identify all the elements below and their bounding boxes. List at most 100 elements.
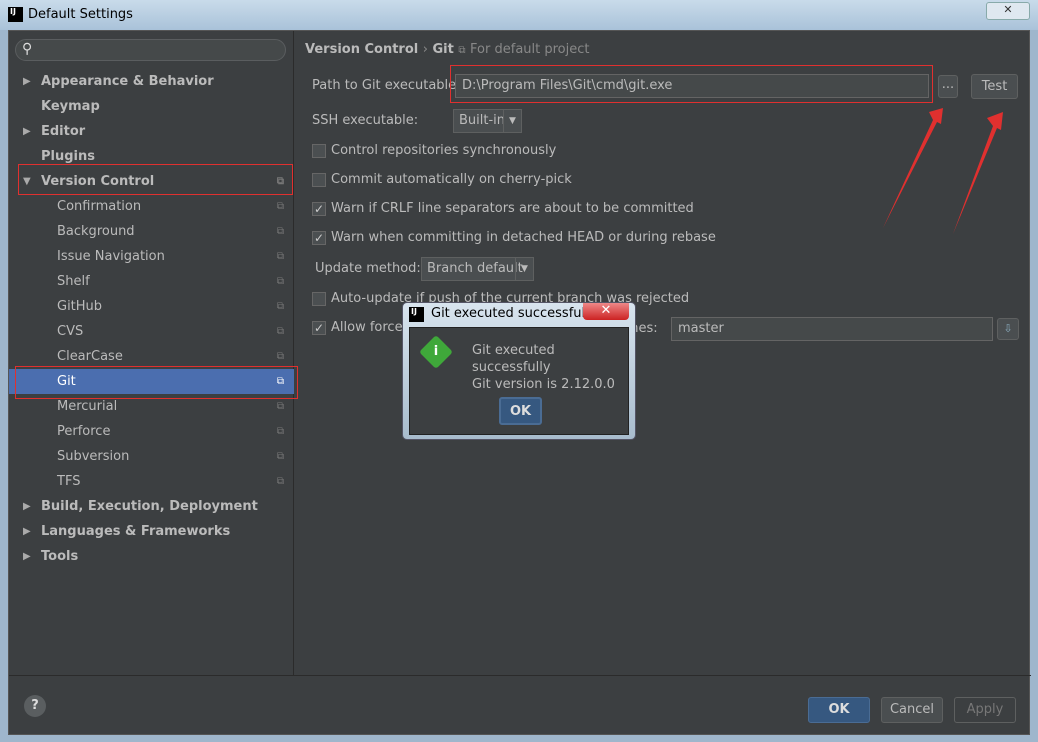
sidebar-item-label: Tools xyxy=(41,549,79,564)
ssh-label: SSH executable: xyxy=(312,113,419,128)
scope-label: For default project xyxy=(470,42,590,57)
intellij-logo-icon: IJ xyxy=(409,307,424,322)
annotation-arrows xyxy=(883,108,1003,234)
sidebar: ⚲ ▶ Appearance & Behavior Keymap ▶ Editor Plu… xyxy=(9,31,294,675)
ssh-value: Built-in xyxy=(459,113,506,128)
checkbox-label: Control repositories synchronously xyxy=(331,143,557,158)
copy-icon: ⧉ xyxy=(276,476,284,487)
checkbox-icon xyxy=(312,173,326,187)
arrow-to-browse xyxy=(883,108,943,228)
footer: ? OK Cancel Apply xyxy=(9,675,1031,736)
breadcrumb-current: Git xyxy=(432,42,454,57)
sidebar-item-perforce[interactable]: Perforce ⧉ xyxy=(9,419,294,444)
copy-icon: ⧉ xyxy=(276,226,284,237)
copy-icon: ⧉ xyxy=(276,251,284,262)
update-method-select[interactable]: Branch default ▼ xyxy=(421,257,534,281)
breadcrumb-separator: › xyxy=(422,42,428,57)
test-button[interactable]: Test xyxy=(971,74,1018,99)
chevron-down-icon: ▼ xyxy=(515,258,533,280)
browse-button[interactable]: ... xyxy=(938,75,958,98)
copy-icon: ⧉ xyxy=(458,45,466,56)
sidebar-item-label: Languages & Frameworks xyxy=(41,524,231,539)
help-button[interactable]: ? xyxy=(24,695,46,717)
sidebar-item-label: Editor xyxy=(41,124,86,139)
annotation-box-version-control xyxy=(18,164,293,195)
dialog-version: Git version is 2.12.0.0 xyxy=(472,377,615,392)
dialog-title: Git executed successfully xyxy=(431,306,597,321)
sidebar-item-label: Issue Navigation xyxy=(57,249,165,264)
sidebar-item-languages-frameworks[interactable]: ▶ Languages & Frameworks xyxy=(9,519,294,544)
sidebar-item-build-execution-deployment[interactable]: ▶ Build, Execution, Deployment xyxy=(9,494,294,519)
dialog-message: Git executed successfully xyxy=(472,343,555,375)
title-bar: IJ Default Settings ✕ xyxy=(0,0,1038,30)
settings-tree: ▶ Appearance & Behavior Keymap ▶ Editor Plugi… xyxy=(9,69,294,569)
sidebar-item-issue-navigation[interactable]: Issue Navigation ⧉ xyxy=(9,244,294,269)
checkbox-icon xyxy=(312,292,326,306)
sidebar-item-editor[interactable]: ▶ Editor xyxy=(9,119,294,144)
sidebar-item-tools[interactable]: ▶ Tools xyxy=(9,544,294,569)
chevron-right-icon[interactable]: ▶ xyxy=(23,544,31,569)
annotation-box-path xyxy=(450,65,933,103)
sidebar-item-tfs[interactable]: TFS ⧉ xyxy=(9,469,294,494)
info-icon: i xyxy=(419,335,453,369)
window-title: Default Settings xyxy=(28,7,133,22)
sidebar-item-label: Perforce xyxy=(57,424,111,439)
cancel-button[interactable]: Cancel xyxy=(881,697,943,723)
checkbox-checked-icon: ✓ xyxy=(312,202,326,216)
update-method-label: Update method: xyxy=(315,261,421,276)
chevron-down-icon: ▼ xyxy=(503,110,521,132)
sidebar-item-label: Subversion xyxy=(57,449,130,464)
breadcrumb: Version Control › Git ⧉ For default proj… xyxy=(305,42,589,57)
sidebar-item-keymap[interactable]: Keymap xyxy=(9,94,294,119)
copy-icon: ⧉ xyxy=(276,326,284,337)
checkbox-label: Warn if CRLF line separators are about t… xyxy=(331,201,694,216)
copy-icon: ⧉ xyxy=(276,276,284,287)
arrow-to-test xyxy=(953,112,1003,234)
checkbox-icon xyxy=(312,144,326,158)
sidebar-item-label: Build, Execution, Deployment xyxy=(41,499,258,514)
update-method-value: Branch default xyxy=(427,261,523,276)
sidebar-item-label: GitHub xyxy=(57,299,103,314)
search-icon: ⚲ xyxy=(22,41,33,57)
sidebar-item-label: Appearance & Behavior xyxy=(41,74,214,89)
protected-branches-input[interactable]: master xyxy=(671,317,993,341)
checkbox-label: Commit automatically on cherry-pick xyxy=(331,172,572,187)
dialog-ok-button[interactable]: OK xyxy=(499,397,542,425)
search-input[interactable]: ⚲ xyxy=(15,39,286,61)
sidebar-item-confirmation[interactable]: Confirmation ⧉ xyxy=(9,194,294,219)
success-dialog: IJ Git executed successfully ✕ i Git exe… xyxy=(402,302,636,440)
sidebar-item-label: Shelf xyxy=(57,274,90,289)
sidebar-item-github[interactable]: GitHub ⧉ xyxy=(9,294,294,319)
intellij-logo-icon: IJ xyxy=(8,7,23,22)
checkbox-checked-icon: ✓ xyxy=(312,321,326,335)
sidebar-item-background[interactable]: Background ⧉ xyxy=(9,219,294,244)
chevron-right-icon[interactable]: ▶ xyxy=(23,119,31,144)
dialog-close-button[interactable]: ✕ xyxy=(583,303,629,320)
copy-icon: ⧉ xyxy=(276,426,284,437)
dialog-body: i Git executed successfully Git version … xyxy=(409,327,629,435)
annotation-box-git xyxy=(15,366,298,399)
sidebar-item-label: Keymap xyxy=(41,99,100,114)
copy-icon: ⧉ xyxy=(276,201,284,212)
ok-button[interactable]: OK xyxy=(808,697,870,723)
checkbox-checked-icon: ✓ xyxy=(312,231,326,245)
apply-button[interactable]: Apply xyxy=(954,697,1016,723)
path-label: Path to Git executable: xyxy=(312,78,461,93)
window-close-button[interactable]: ✕ xyxy=(986,2,1030,20)
chevron-right-icon[interactable]: ▶ xyxy=(23,519,31,544)
sidebar-item-label: Background xyxy=(57,224,135,239)
sidebar-item-label: TFS xyxy=(57,474,81,489)
chevron-right-icon[interactable]: ▶ xyxy=(23,69,31,94)
sidebar-item-subversion[interactable]: Subversion ⧉ xyxy=(9,444,294,469)
sidebar-item-label: Confirmation xyxy=(57,199,142,214)
copy-icon: ⧉ xyxy=(276,451,284,462)
sidebar-item-appearance-behavior[interactable]: ▶ Appearance & Behavior xyxy=(9,69,294,94)
ssh-select[interactable]: Built-in ▼ xyxy=(453,109,522,133)
browse-branches-icon[interactable]: ⇩ xyxy=(997,318,1019,340)
sidebar-item-cvs[interactable]: CVS ⧉ xyxy=(9,319,294,344)
copy-icon: ⧉ xyxy=(276,301,284,312)
chevron-right-icon[interactable]: ▶ xyxy=(23,494,31,519)
sidebar-item-shelf[interactable]: Shelf ⧉ xyxy=(9,269,294,294)
breadcrumb-parent: Version Control xyxy=(305,42,419,57)
sidebar-item-label: CVS xyxy=(57,324,84,339)
